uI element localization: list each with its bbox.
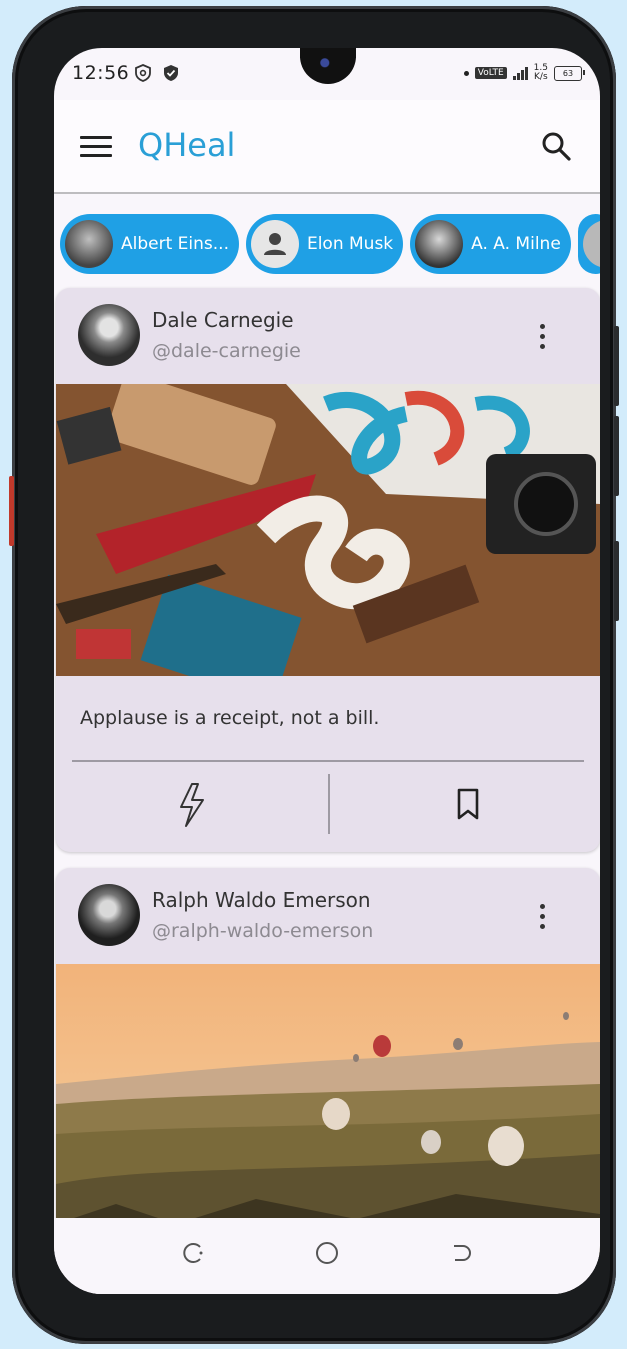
post-card: Dale Carnegie @dale-carnegie Applause is… xyxy=(56,288,600,852)
back-icon[interactable] xyxy=(446,1238,476,1268)
author-chip-label: Albert Eins... xyxy=(121,234,229,254)
system-nav-bar xyxy=(54,1218,600,1294)
author-chip[interactable]: Elon Musk xyxy=(245,214,404,274)
bookmark-icon[interactable] xyxy=(448,780,488,830)
quote-text: Applause is a receipt, not a bill. xyxy=(80,707,380,729)
post-image xyxy=(56,964,600,1256)
author-handle: @dale-carnegie xyxy=(152,340,301,362)
battery-icon: 63 xyxy=(554,65,585,81)
action-divider xyxy=(328,774,330,834)
phone-frame: 12:56 VoLTE 1.5 K/s 63 QHeal Albert Eins… xyxy=(9,6,619,1344)
post-header: Ralph Waldo Emerson @ralph-waldo-emerson xyxy=(56,868,600,964)
author-chip[interactable]: A. A. Milne xyxy=(410,214,571,274)
front-camera xyxy=(316,54,338,76)
post-image xyxy=(56,384,600,676)
search-icon[interactable] xyxy=(540,130,572,162)
author-chip-label: A. A. Milne xyxy=(471,234,561,254)
more-vert-icon[interactable] xyxy=(540,324,546,354)
author-avatar xyxy=(582,220,600,268)
screen: 12:56 VoLTE 1.5 K/s 63 QHeal Albert Eins… xyxy=(54,48,600,1294)
volume-button-2 xyxy=(614,416,619,496)
author-name[interactable]: Ralph Waldo Emerson xyxy=(152,888,371,912)
author-chip[interactable] xyxy=(577,214,600,274)
author-avatar[interactable] xyxy=(78,304,140,366)
status-time: 12:56 xyxy=(72,62,130,84)
shield-icon xyxy=(164,65,178,81)
power-button xyxy=(614,541,619,621)
side-button-left xyxy=(9,476,14,546)
author-avatar xyxy=(415,220,464,268)
menu-icon[interactable] xyxy=(80,136,112,160)
status-right: VoLTE 1.5 K/s 63 xyxy=(463,64,585,82)
author-avatar xyxy=(65,220,113,268)
author-handle: @ralph-waldo-emerson xyxy=(152,920,374,942)
author-chip-label: Elon Musk xyxy=(306,234,394,254)
author-name[interactable]: Dale Carnegie xyxy=(152,308,294,332)
post-header: Dale Carnegie @dale-carnegie xyxy=(56,288,600,384)
author-avatar[interactable] xyxy=(78,884,140,946)
author-chip[interactable]: Albert Eins... xyxy=(60,214,239,274)
recent-apps-icon[interactable] xyxy=(178,1238,208,1268)
vpn-icon xyxy=(135,64,151,82)
volte-badge: VoLTE xyxy=(474,67,507,79)
battery-level: 63 xyxy=(562,68,574,78)
flash-icon[interactable] xyxy=(172,780,212,830)
person-icon xyxy=(250,220,299,268)
app-title: QHeal xyxy=(138,126,236,164)
author-chip-row: Albert Eins... Elon Musk A. A. Milne xyxy=(60,214,600,278)
signal-icon xyxy=(512,66,528,80)
notification-dot-icon xyxy=(463,70,469,76)
more-vert-icon[interactable] xyxy=(540,904,546,934)
speed-unit: K/s xyxy=(534,72,548,82)
post-actions xyxy=(56,762,600,852)
app-bar: QHeal xyxy=(54,100,600,194)
home-icon[interactable] xyxy=(312,1238,342,1268)
network-speed: 1.5 K/s xyxy=(534,64,548,82)
volume-button xyxy=(614,326,619,406)
